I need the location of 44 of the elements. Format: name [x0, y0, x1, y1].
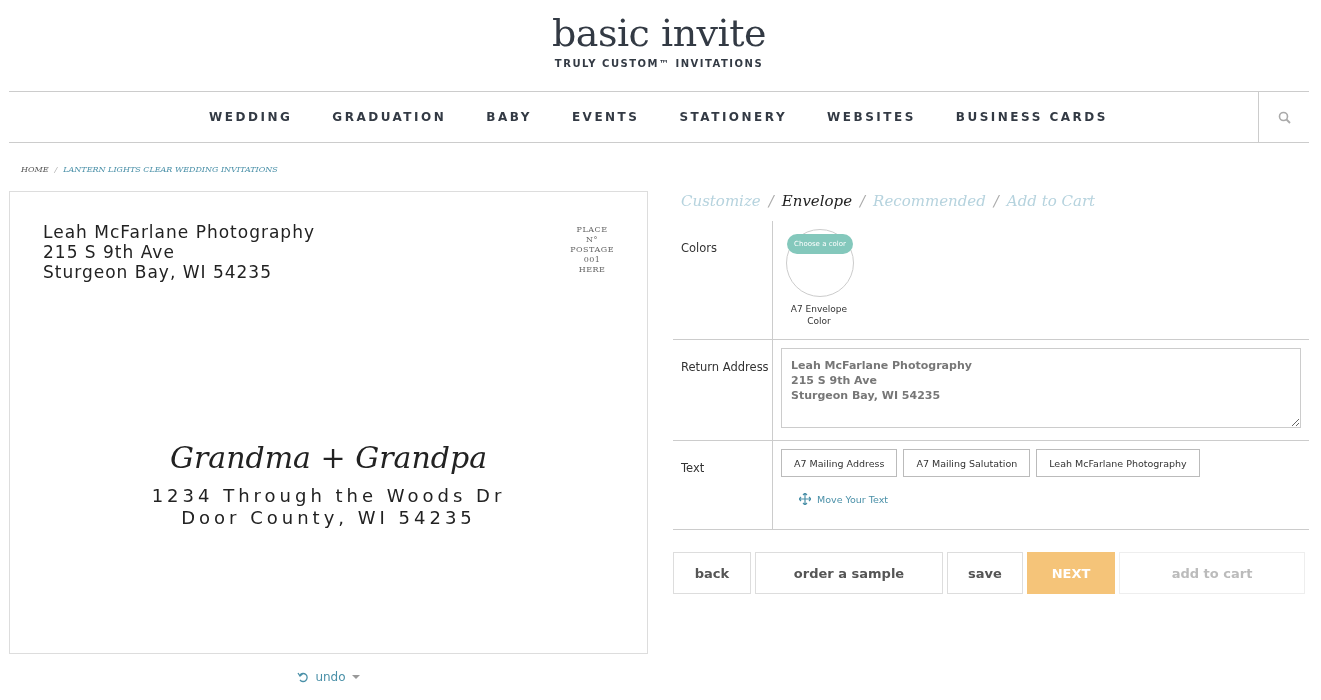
- separator: /: [993, 192, 999, 210]
- mailing-address-line: Door County, WI 54235: [180, 507, 477, 529]
- separator: /: [768, 192, 774, 210]
- move-text-link[interactable]: Move Your Text: [799, 493, 1301, 505]
- stamp-text: N°: [586, 235, 599, 245]
- text-item-button[interactable]: A7 Mailing Salutation: [903, 449, 1031, 477]
- return-address-line: Leah McFarlane Photography: [43, 222, 315, 242]
- undo-button[interactable]: undo: [297, 670, 360, 684]
- return-address-field[interactable]: Leah McFarlane Photography 215 S 9th Ave Sturgeon Bay, WI 54235: [781, 348, 1301, 428]
- step-tab[interactable]: Envelope: [781, 192, 853, 210]
- row-label: Return Address: [673, 340, 773, 440]
- nav-link[interactable]: WEBSITES: [827, 110, 916, 124]
- text-item-button[interactable]: A7 Mailing Address: [781, 449, 898, 477]
- action-button[interactable]: back: [673, 552, 751, 594]
- stamp-text: HERE: [578, 265, 606, 275]
- breadcrumb-link[interactable]: HOME: [21, 165, 49, 191]
- action-button[interactable]: order a sample: [755, 552, 943, 594]
- stamp-text: 001: [583, 255, 601, 265]
- separator: /: [860, 192, 866, 210]
- nav-link[interactable]: BABY: [486, 110, 532, 124]
- return-address-line: Sturgeon Bay, WI 54235: [43, 262, 273, 282]
- mailing-address-line: 1234 Through the Woods Dr: [150, 485, 507, 507]
- separator: /: [54, 165, 58, 176]
- action-button[interactable]: save: [947, 552, 1023, 594]
- caret-icon: [351, 674, 360, 680]
- move-icon: [799, 493, 811, 505]
- text-item-button[interactable]: Leah McFarlane Photography: [1036, 449, 1200, 477]
- breadcrumb-link[interactable]: LANTERN LIGHTS CLEAR WEDDING INVITATIONS: [63, 165, 278, 191]
- return-address-line: 215 S 9th Ave: [43, 242, 176, 262]
- stamp-text: POSTAGE: [570, 245, 614, 255]
- tagline: TRULY CUSTOM™ INVITATIONS: [554, 58, 764, 69]
- row-label: Text: [673, 441, 773, 529]
- logo-text[interactable]: basic invite: [552, 12, 766, 54]
- salutation: Grandma + Grandpa: [168, 440, 489, 475]
- search-icon[interactable]: [1277, 110, 1291, 124]
- nav-link[interactable]: GRADUATION: [332, 110, 447, 124]
- undo-icon: [297, 671, 310, 683]
- nav-link[interactable]: STATIONERY: [679, 110, 788, 124]
- nav-link[interactable]: BUSINESS CARDS: [955, 110, 1108, 124]
- nav-link[interactable]: EVENTS: [571, 110, 640, 124]
- row-label: Colors: [673, 221, 773, 339]
- stamp-text: PLACE: [576, 225, 608, 235]
- swatch-label: A7 Envelope Color: [789, 303, 849, 327]
- nav-link[interactable]: WEDDING: [209, 110, 293, 124]
